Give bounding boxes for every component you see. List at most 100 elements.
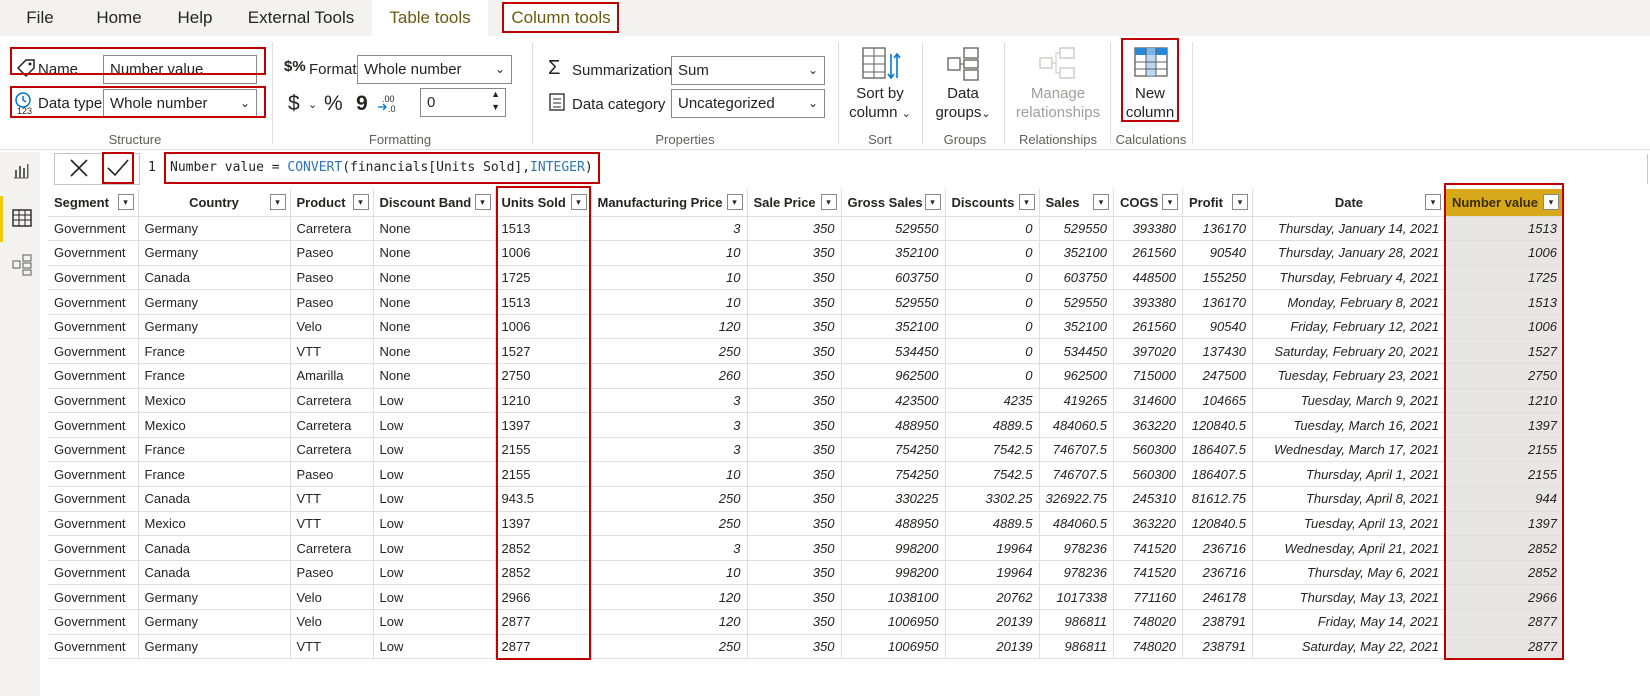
comma-style-button[interactable]: 9 xyxy=(356,92,368,116)
table-cell[interactable]: 529550 xyxy=(1039,289,1114,315)
table-cell[interactable]: 1397 xyxy=(495,511,592,537)
table-cell[interactable]: 350 xyxy=(747,363,842,389)
table-cell[interactable]: 350 xyxy=(747,486,842,512)
table-cell[interactable]: 104665 xyxy=(1182,388,1253,414)
table-cell[interactable]: Friday, May 14, 2021 xyxy=(1252,609,1446,635)
table-cell[interactable]: 2877 xyxy=(1445,634,1564,660)
table-cell[interactable]: None xyxy=(373,363,496,389)
table-cell[interactable]: 2877 xyxy=(1445,609,1564,635)
table-cell[interactable]: 986811 xyxy=(1039,634,1114,660)
table-cell[interactable]: 245310 xyxy=(1113,486,1183,512)
table-cell[interactable]: Paseo xyxy=(290,265,374,291)
table-cell[interactable]: 238791 xyxy=(1182,609,1253,635)
table-cell[interactable]: 350 xyxy=(747,609,842,635)
table-cell[interactable]: 2155 xyxy=(495,437,592,463)
decimal-places-icon[interactable]: .00.0 xyxy=(376,93,400,118)
table-cell[interactable]: Canada xyxy=(138,265,291,291)
table-cell[interactable]: 352100 xyxy=(1039,240,1114,266)
table-cell[interactable]: Low xyxy=(373,609,496,635)
table-cell[interactable]: None xyxy=(373,216,496,242)
table-cell[interactable]: 363220 xyxy=(1113,412,1183,438)
table-cell[interactable]: 1527 xyxy=(495,338,592,365)
table-cell[interactable]: 0 xyxy=(945,240,1040,266)
table-cell[interactable]: 350 xyxy=(747,634,842,660)
table-cell[interactable]: 2852 xyxy=(495,535,592,561)
table-cell[interactable]: 350 xyxy=(747,265,842,291)
table-cell[interactable]: 944 xyxy=(1445,486,1564,512)
column-header[interactable]: Sales ▾ xyxy=(1039,189,1114,217)
table-cell[interactable]: 350 xyxy=(747,388,842,414)
table-cell[interactable]: 4235 xyxy=(945,388,1040,414)
filter-dropdown-icon[interactable]: ▾ xyxy=(1092,194,1109,210)
table-cell[interactable]: Government xyxy=(48,511,139,537)
table-cell[interactable]: 120 xyxy=(591,609,748,635)
table-cell[interactable]: 0 xyxy=(945,314,1040,340)
table-cell[interactable]: VTT xyxy=(290,486,374,512)
table-cell[interactable]: 352100 xyxy=(1039,314,1114,340)
table-cell[interactable]: 2966 xyxy=(1445,584,1564,610)
table-cell[interactable]: 250 xyxy=(591,511,748,537)
tab-help[interactable]: Help xyxy=(164,0,226,36)
filter-dropdown-icon[interactable]: ▾ xyxy=(1542,194,1559,210)
table-cell[interactable]: 0 xyxy=(945,289,1040,315)
table-cell[interactable]: 1513 xyxy=(1445,216,1564,242)
table-cell[interactable]: Carretera xyxy=(290,388,374,414)
table-cell[interactable]: 1006950 xyxy=(841,634,946,660)
table-cell[interactable]: Mexico xyxy=(138,388,291,414)
table-cell[interactable]: 560300 xyxy=(1113,437,1183,463)
column-header[interactable]: Profit ▾ xyxy=(1182,189,1253,217)
table-cell[interactable]: 746707.5 xyxy=(1039,461,1114,488)
table-cell[interactable]: 943.5 xyxy=(495,486,592,512)
table-cell[interactable]: France xyxy=(138,461,291,488)
model-view-icon[interactable] xyxy=(12,254,32,281)
table-cell[interactable]: 363220 xyxy=(1113,511,1183,537)
column-header[interactable]: Product ▾ xyxy=(290,189,374,217)
table-cell[interactable]: Thursday, February 4, 2021 xyxy=(1252,265,1446,291)
filter-dropdown-icon[interactable]: ▾ xyxy=(474,194,491,210)
table-cell[interactable]: 4889.5 xyxy=(945,511,1040,537)
table-cell[interactable]: 1006950 xyxy=(841,609,946,635)
table-cell[interactable]: 1513 xyxy=(495,216,592,242)
table-cell[interactable]: 19964 xyxy=(945,560,1040,586)
stepper-arrows-icon[interactable]: ▲ ▼ xyxy=(491,88,500,114)
table-cell[interactable]: 754250 xyxy=(841,461,946,488)
table-cell[interactable]: Saturday, February 20, 2021 xyxy=(1252,338,1446,365)
table-cell[interactable]: 1397 xyxy=(1445,511,1564,537)
table-cell[interactable]: 350 xyxy=(747,560,842,586)
table-cell[interactable]: 155250 xyxy=(1182,265,1253,291)
table-cell[interactable]: Tuesday, April 13, 2021 xyxy=(1252,511,1446,537)
table-cell[interactable]: 90540 xyxy=(1182,240,1253,266)
table-cell[interactable]: 261560 xyxy=(1113,240,1183,266)
table-cell[interactable]: 741520 xyxy=(1113,535,1183,561)
table-cell[interactable]: France xyxy=(138,338,291,365)
column-header[interactable]: Segment ▾ xyxy=(48,189,139,217)
table-cell[interactable]: 3302.25 xyxy=(945,486,1040,512)
table-cell[interactable]: Low xyxy=(373,535,496,561)
table-cell[interactable]: 393380 xyxy=(1113,216,1183,242)
table-cell[interactable]: VTT xyxy=(290,511,374,537)
table-cell[interactable]: 350 xyxy=(747,412,842,438)
table-cell[interactable]: 3 xyxy=(591,437,748,463)
table-cell[interactable]: France xyxy=(138,437,291,463)
summarization-select[interactable]: Sum ⌄ xyxy=(671,56,825,85)
table-cell[interactable]: Thursday, April 8, 2021 xyxy=(1252,486,1446,512)
table-cell[interactable]: 393380 xyxy=(1113,289,1183,315)
table-cell[interactable]: 748020 xyxy=(1113,609,1183,635)
column-header[interactable]: Sale Price ▾ xyxy=(747,189,842,217)
table-cell[interactable]: 3 xyxy=(591,216,748,242)
table-cell[interactable]: 19964 xyxy=(945,535,1040,561)
percent-format-button[interactable]: % xyxy=(324,92,343,116)
table-cell[interactable]: 246178 xyxy=(1182,584,1253,610)
table-cell[interactable]: Government xyxy=(48,609,139,635)
table-cell[interactable]: Paseo xyxy=(290,289,374,315)
table-cell[interactable]: Germany xyxy=(138,216,291,242)
table-cell[interactable]: 488950 xyxy=(841,511,946,537)
table-cell[interactable]: Government xyxy=(48,216,139,242)
table-cell[interactable]: 236716 xyxy=(1182,560,1253,586)
table-cell[interactable]: Tuesday, March 9, 2021 xyxy=(1252,388,1446,414)
table-cell[interactable]: 962500 xyxy=(1039,363,1114,389)
table-cell[interactable]: Tuesday, March 16, 2021 xyxy=(1252,412,1446,438)
table-cell[interactable]: 2852 xyxy=(1445,535,1564,561)
table-cell[interactable]: 529550 xyxy=(841,289,946,315)
table-cell[interactable]: Low xyxy=(373,634,496,660)
